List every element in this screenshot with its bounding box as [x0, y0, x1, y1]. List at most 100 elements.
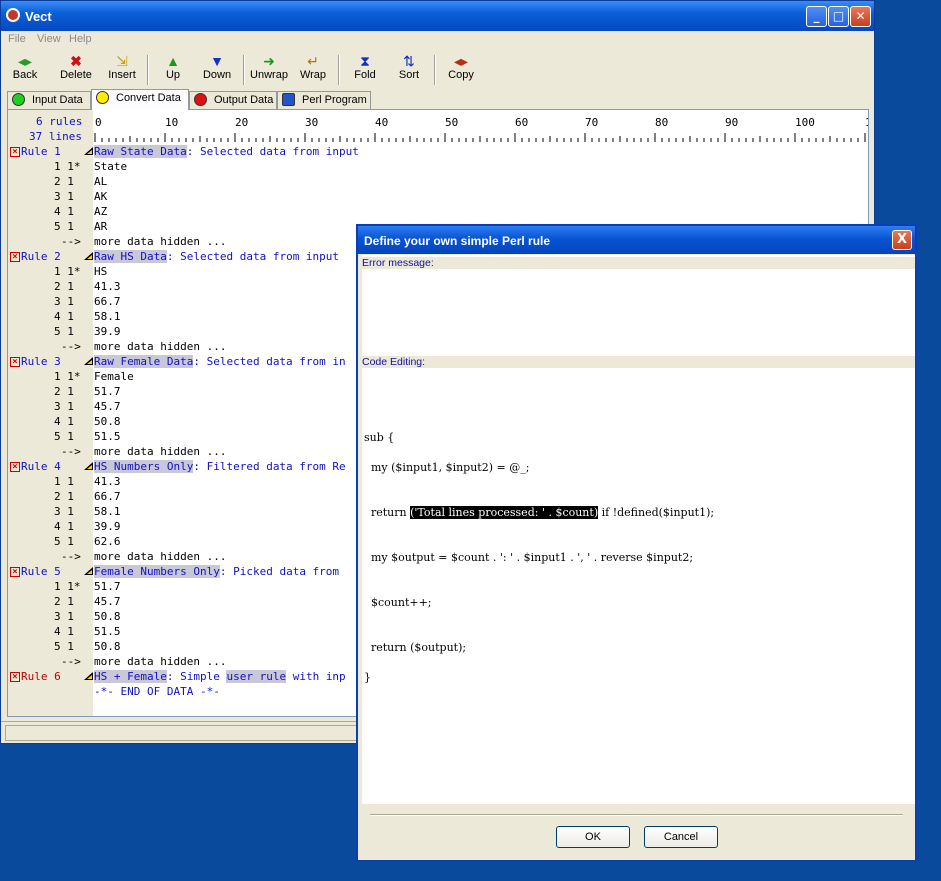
ruler-tick-label: 0 [95, 116, 102, 129]
title-bar[interactable]: Vect _ □ ✕ [1, 1, 874, 31]
fold-button[interactable]: ⧗ Fold [351, 53, 379, 87]
yellow-circle-icon [96, 91, 109, 104]
more-indicator: --> [61, 235, 81, 248]
more-indicator: --> [61, 445, 81, 458]
ruler-tick-label: 80 [655, 116, 668, 129]
rule-title[interactable]: HS Numbers Only [94, 460, 194, 473]
down-button[interactable]: ▼ Down [200, 53, 234, 87]
tab-input-data[interactable]: Input Data [7, 91, 91, 109]
menu-help[interactable]: Help [69, 33, 92, 45]
rule-title[interactable]: Raw Female Data [94, 355, 194, 368]
error-message-area [362, 269, 915, 355]
menu-bar: File View Help [1, 31, 874, 49]
code-editing-label: Code Editing: [362, 356, 915, 368]
rule-title[interactable]: Raw State Data [94, 145, 187, 158]
maximize-button[interactable]: □ [828, 6, 849, 27]
data-value: 50.8 [94, 415, 121, 428]
sort-button[interactable]: ⇅ Sort [395, 53, 423, 87]
insert-button[interactable]: ⇲ Insert [104, 53, 140, 87]
delete-rule-icon[interactable]: × [10, 252, 20, 262]
up-arrow-icon: ▲ [166, 53, 180, 69]
rule-header[interactable]: Female Numbers Only: Picked data from [94, 565, 339, 578]
data-value: 62.6 [94, 535, 121, 548]
app-icon [6, 8, 20, 22]
data-value: AL [94, 175, 108, 188]
dialog-title: Define your own simple Perl rule [364, 234, 551, 248]
rule-header[interactable]: Raw HS Data: Selected data from input [94, 250, 339, 263]
tab-output-data[interactable]: Output Data [189, 91, 277, 109]
rule-title[interactable]: Female Numbers Only [94, 565, 220, 578]
more-data-hidden[interactable]: more data hidden ... [94, 235, 226, 248]
rule-number: Rule 6 [21, 670, 61, 683]
menu-file[interactable]: File [8, 33, 26, 45]
cancel-button[interactable]: Cancel [644, 826, 718, 848]
line-number: 1 1* [54, 370, 81, 383]
more-indicator: --> [61, 340, 81, 353]
rule-header[interactable]: Raw State Data: Selected data from input [94, 145, 359, 158]
more-data-hidden[interactable]: more data hidden ... [94, 340, 226, 353]
edit-rule-icon[interactable] [84, 672, 93, 680]
line-number: 3 1 [54, 400, 74, 413]
rule-number: Rule 1 [21, 145, 61, 158]
ruler-tick-label: 60 [515, 116, 528, 129]
green-circle-icon [12, 93, 25, 106]
end-of-data: -*- END OF DATA -*- [94, 685, 220, 698]
up-button[interactable]: ▲ Up [158, 53, 188, 87]
rule-title[interactable]: HS + Female [94, 670, 167, 683]
edit-rule-icon[interactable] [84, 567, 93, 575]
delete-rule-icon[interactable]: × [10, 462, 20, 472]
data-value: 66.7 [94, 295, 121, 308]
down-arrow-icon: ▼ [210, 53, 224, 69]
delete-x-icon: ✖ [70, 53, 82, 69]
wrap-arrow-icon: ↵ [307, 53, 319, 69]
tab-strip: Input Data Convert Data Output Data Perl… [7, 89, 867, 110]
rule-header[interactable]: HS Numbers Only: Filtered data from Re [94, 460, 346, 473]
tab-perl-program[interactable]: Perl Program [277, 91, 371, 109]
wrap-button[interactable]: ↵ Wrap [297, 53, 329, 87]
line-number: 2 1 [54, 175, 74, 188]
code-line: my ($input1, $input2) = @_; [364, 461, 530, 474]
delete-button[interactable]: ✖ Delete [57, 53, 95, 87]
line-number: 5 1 [54, 535, 74, 548]
more-data-hidden[interactable]: more data hidden ... [94, 445, 226, 458]
line-number: 4 1 [54, 415, 74, 428]
tab-convert-data[interactable]: Convert Data [91, 89, 189, 110]
back-button[interactable]: ◂▸ Back [7, 53, 43, 87]
rule-header[interactable]: HS + Female: Simple user rule with inp [94, 670, 346, 683]
data-value: Female [94, 370, 134, 383]
more-data-hidden[interactable]: more data hidden ... [94, 550, 226, 563]
unwrap-button[interactable]: ➜ Unwrap [249, 53, 289, 87]
copy-button[interactable]: ◂▸ Copy [446, 53, 476, 87]
edit-rule-icon[interactable] [84, 147, 93, 155]
ruler-tick-label: 90 [725, 116, 738, 129]
code-editor[interactable]: sub { my ($input1, $input2) = @_; return… [362, 369, 915, 804]
dialog-close-button[interactable]: X [892, 230, 912, 250]
rule-header[interactable]: Raw Female Data: Selected data from in [94, 355, 346, 368]
ok-button[interactable]: OK [556, 826, 630, 848]
rule-title[interactable]: Raw HS Data [94, 250, 167, 263]
data-value: 51.5 [94, 625, 121, 638]
edit-rule-icon[interactable] [84, 357, 93, 365]
dialog-title-bar[interactable]: Define your own simple Perl rule X [358, 226, 915, 254]
line-number: 3 1 [54, 505, 74, 518]
ruler-tick-label: 50 [445, 116, 458, 129]
delete-rule-icon[interactable]: × [10, 357, 20, 367]
close-button[interactable]: ✕ [850, 6, 871, 27]
ruler-tick-label: 30 [305, 116, 318, 129]
delete-rule-icon[interactable]: × [10, 567, 20, 577]
edit-rule-icon[interactable] [84, 462, 93, 470]
delete-rule-icon[interactable]: × [10, 672, 20, 682]
delete-rule-icon[interactable]: × [10, 147, 20, 157]
line-number: 5 1 [54, 430, 74, 443]
minimize-button[interactable]: _ [806, 6, 827, 27]
data-value: AR [94, 220, 108, 233]
rule-number: Rule 2 [21, 250, 61, 263]
data-value: 41.3 [94, 475, 121, 488]
line-number: 4 1 [54, 205, 74, 218]
line-gutter [8, 110, 93, 716]
more-data-hidden[interactable]: more data hidden ... [94, 655, 226, 668]
edit-rule-icon[interactable] [84, 252, 93, 260]
menu-view[interactable]: View [37, 33, 61, 45]
data-value: 58.1 [94, 505, 121, 518]
data-value: State [94, 160, 128, 173]
